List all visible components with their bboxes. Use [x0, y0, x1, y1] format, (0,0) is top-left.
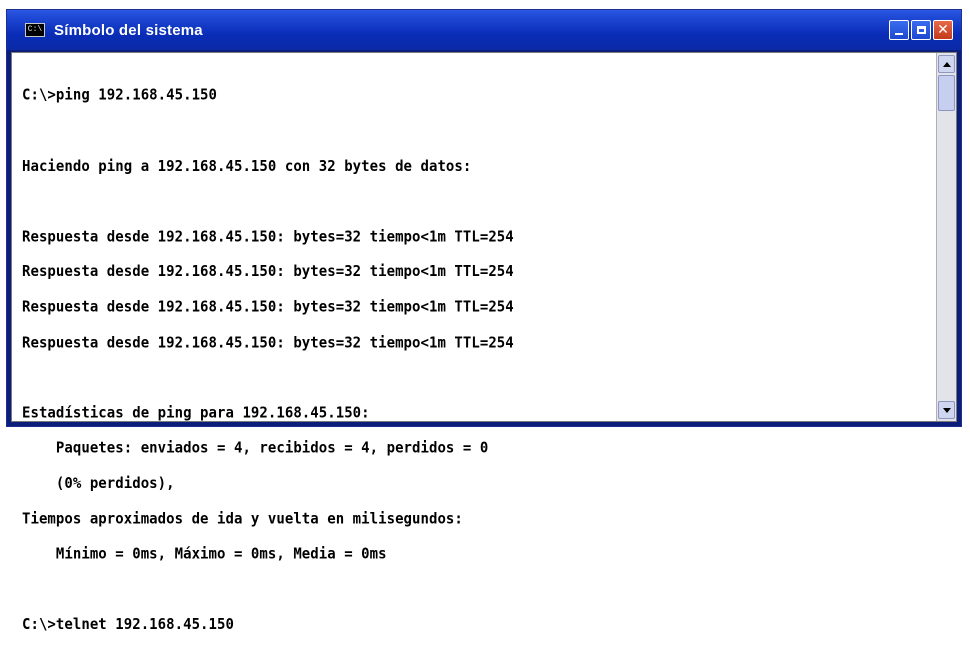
maximize-button[interactable] [911, 20, 931, 40]
minimize-icon [895, 33, 903, 35]
console-line: Respuesta desde 192.168.45.150: bytes=32… [22, 299, 514, 316]
title-bar[interactable]: C:\ Símbolo del sistema ✕ [7, 10, 961, 50]
scroll-thumb[interactable] [938, 75, 955, 111]
close-icon: ✕ [937, 22, 949, 38]
console-line: Mínimo = 0ms, Máximo = 0ms, Media = 0ms [22, 545, 387, 563]
window-title: Símbolo del sistema [54, 21, 203, 39]
close-button[interactable]: ✕ [933, 20, 953, 40]
window-controls: ✕ [889, 20, 953, 40]
scroll-up-arrow-icon [942, 61, 951, 67]
command-prompt-icon[interactable]: C:\ [25, 23, 45, 37]
console-line: Haciendo ping a 192.168.45.150 con 32 by… [22, 157, 472, 175]
console-line: Respuesta desde 192.168.45.150: bytes=32… [22, 228, 514, 246]
scroll-up-button[interactable] [938, 55, 955, 73]
scroll-down-button[interactable] [938, 401, 955, 419]
console-line: Respuesta desde 192.168.45.150: bytes=32… [22, 263, 514, 281]
console-prompt-line: C:\>telnet 192.168.45.150 [22, 616, 234, 634]
command-prompt-window: C:\ Símbolo del sistema ✕ C:\>ping 192.1… [6, 9, 962, 632]
minimize-button[interactable] [889, 20, 909, 40]
maximize-icon [916, 26, 926, 34]
console-area[interactable]: C:\>ping 192.168.45.150 Haciendo ping a … [11, 52, 957, 632]
console-line: Tiempos aproximados de ida y vuelta en m… [22, 510, 463, 528]
console-line: C:\>ping 192.168.45.150 [22, 87, 218, 105]
vertical-scrollbar[interactable] [936, 53, 956, 421]
console-output[interactable]: C:\>ping 192.168.45.150 Haciendo ping a … [22, 67, 926, 632]
console-line: Respuesta desde 192.168.45.150: bytes=32… [22, 334, 514, 352]
console-line: (0% perdidos), [22, 475, 175, 493]
console-line: Estadísticas de ping para 192.168.45.150… [22, 404, 370, 422]
console-line: Paquetes: enviados = 4, recibidos = 4, p… [22, 440, 489, 457]
scroll-down-arrow-icon [942, 407, 951, 413]
